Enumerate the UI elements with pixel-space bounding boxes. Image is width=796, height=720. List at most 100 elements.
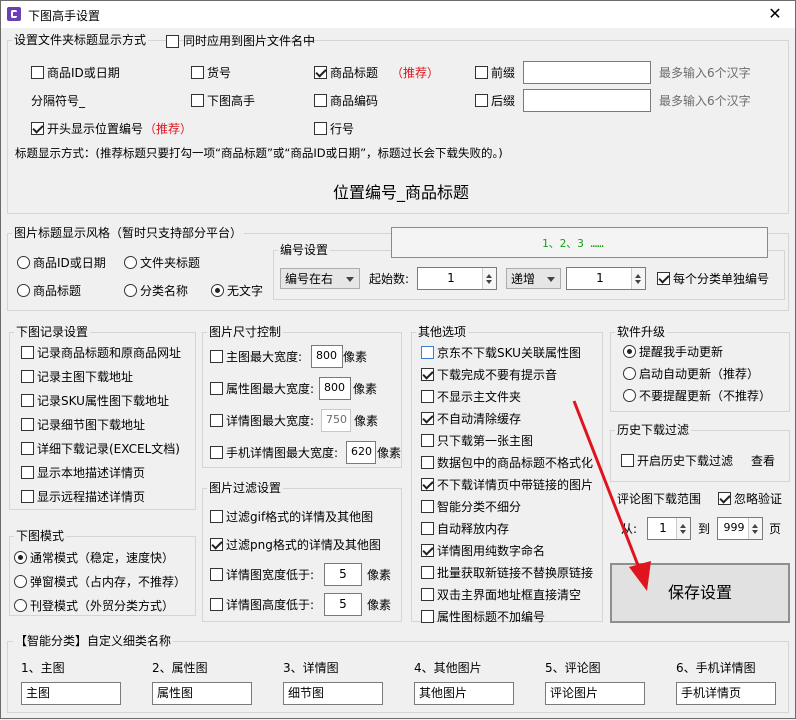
history-view-link[interactable]: 查看 [751,453,775,469]
min-width-input[interactable]: 5 [324,563,362,586]
custom-category-input[interactable]: 手机详情页 [676,682,776,705]
mode-option-radio[interactable] [14,551,27,564]
position-no-checkbox[interactable] [31,122,44,135]
record-option-label: 显示远程描述详情页 [37,490,146,504]
attr-width-input[interactable]: 800 [319,377,351,400]
other-option-label: 不下载详情页中带链接的图片 [437,478,594,492]
save-settings-button[interactable]: 保存设置 [610,563,790,623]
numbering-preview-text: 1、2、3 …… [542,237,604,250]
other-option-checkbox[interactable] [421,610,434,623]
upgrade-option-radio[interactable] [623,345,636,358]
order-select[interactable]: 递增 [506,268,561,289]
prefix-input[interactable] [523,61,651,84]
record-option-checkbox[interactable] [21,346,34,359]
other-option-checkbox[interactable] [421,368,434,381]
record-option-checkbox[interactable] [21,466,34,479]
gif-filter-checkbox[interactable] [210,510,223,523]
record-option-checkbox[interactable] [21,418,34,431]
custom-category-input[interactable]: 其他图片 [414,682,514,705]
min-width-checkbox[interactable] [210,568,223,581]
custom-category-input[interactable]: 细节图 [283,682,383,705]
mode-option-radio[interactable] [14,599,27,612]
item-title-checkbox[interactable] [314,66,327,79]
other-option-checkbox[interactable] [421,434,434,447]
stepper-arrows-icon[interactable] [748,518,762,539]
other-option-checkbox[interactable] [421,390,434,403]
item-id-date-checkbox[interactable] [31,66,44,79]
review-from-stepper[interactable]: 1 [647,517,691,540]
other-option-checkbox[interactable] [421,522,434,535]
other-option-label: 属性图标题不加编号 [437,610,546,624]
record-option-checkbox[interactable] [21,490,34,503]
other-options-group-label: 其他选项 [416,324,469,340]
min-height-checkbox[interactable] [210,598,223,611]
opt-none-radio[interactable] [211,284,224,297]
history-filter-label: 开启历史下载过滤 [637,454,734,468]
start-stepper[interactable]: 1 [417,267,497,290]
other-option-checkbox[interactable] [421,588,434,601]
suffix-checkbox[interactable] [475,94,488,107]
mobile-width-label: 手机详情图最大宽度: [226,446,339,460]
prefix-label: 前缀 [491,66,516,80]
record-option-label: 记录商品标题和原商品网址 [37,346,182,360]
custom-category-label: 6、手机详情图 [676,661,756,675]
png-filter-checkbox[interactable] [210,538,223,551]
suffix-input[interactable] [523,89,651,112]
opt-folder-radio[interactable] [124,256,137,269]
history-group-label: 历史下载过滤 [615,422,692,438]
close-icon[interactable]: ✕ [755,1,795,28]
record-option-checkbox[interactable] [21,394,34,407]
record-option-checkbox[interactable] [21,370,34,383]
custom-category-input[interactable]: 评论图片 [545,682,645,705]
other-option-checkbox[interactable] [421,544,434,557]
other-option-checkbox[interactable] [421,346,434,359]
ignore-verify-checkbox[interactable] [718,492,731,505]
opt-category-radio[interactable] [124,284,137,297]
review-to-stepper[interactable]: 999 [717,517,763,540]
detail-width-input[interactable]: 750 [321,409,351,432]
upgrade-option-radio[interactable] [623,389,636,402]
opt-id-date-radio[interactable] [17,256,30,269]
mobile-width-input[interactable]: 620 [346,441,376,464]
history-filter-checkbox[interactable] [621,454,634,467]
downloader-checkbox[interactable] [191,94,204,107]
other-option-label: 数据包中的商品标题不格式化 [437,456,594,470]
mode-option-label: 弹窗模式（占内存，不推荐） [30,575,187,589]
record-option-checkbox[interactable] [21,442,34,455]
other-option-label: 双击主界面地址框直接清空 [437,588,582,602]
prefix-hint: 最多输入6个汉字 [659,66,751,80]
stepper-arrows-icon[interactable] [631,268,645,289]
other-option-checkbox[interactable] [421,412,434,425]
line-no-checkbox[interactable] [314,122,327,135]
other-option-checkbox[interactable] [421,456,434,469]
item-code-checkbox[interactable] [314,94,327,107]
upgrade-option-radio[interactable] [623,367,636,380]
main-width-checkbox[interactable] [210,350,223,363]
prefix-checkbox[interactable] [475,66,488,79]
other-option-checkbox[interactable] [421,478,434,491]
mode-option-radio[interactable] [14,575,27,588]
custom-category-input[interactable]: 属性图 [152,682,252,705]
number-position-select[interactable]: 编号在右 [280,268,360,289]
main-width-input[interactable]: 800 [311,345,343,368]
opt-title-radio[interactable] [17,284,30,297]
sku-no-checkbox[interactable] [191,66,204,79]
detail-width-checkbox[interactable] [210,414,223,427]
mobile-width-checkbox[interactable] [210,446,223,459]
step-stepper[interactable]: 1 [566,267,646,290]
item-id-date-label: 商品ID或日期 [47,66,120,80]
attr-width-checkbox[interactable] [210,382,223,395]
other-option-label: 详情图用纯数字命名 [437,544,546,558]
other-option-checkbox[interactable] [421,566,434,579]
record-option-label: 记录细节图下载地址 [37,418,146,432]
stepper-arrows-icon[interactable] [482,268,496,289]
stepper-arrows-icon[interactable] [676,518,690,539]
per-category-checkbox[interactable] [657,272,670,285]
custom-category-input[interactable]: 主图 [21,682,121,705]
record-group-label: 下图记录设置 [14,324,91,340]
min-height-input[interactable]: 5 [324,593,362,616]
other-option-label: 自动释放内存 [437,522,510,536]
apply-image-name-checkbox[interactable] [166,35,179,48]
other-option-checkbox[interactable] [421,500,434,513]
attr-width-label: 属性图最大宽度: [226,382,315,396]
